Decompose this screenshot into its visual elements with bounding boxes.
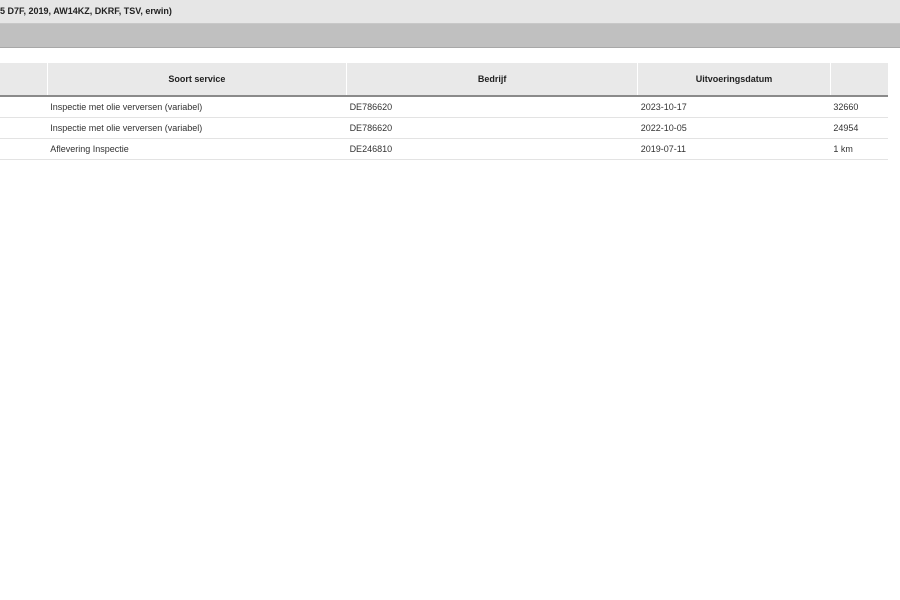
cell-index <box>0 96 48 118</box>
cell-mileage: 24954 <box>830 117 888 139</box>
cell-company: DE786620 <box>346 96 638 118</box>
table-header-row: Soort service Bedrijf Uitvoeringsdatum <box>0 63 888 97</box>
column-header-company[interactable]: Bedrijf <box>346 63 638 97</box>
vehicle-title: 5 D7F, 2019, AW14KZ, DKRF, TSV, erwin) <box>0 6 172 16</box>
column-header-execution-date[interactable]: Uitvoeringsdatum <box>637 63 831 97</box>
table-row[interactable]: Inspectie met olie verversen (variabel) … <box>0 96 888 118</box>
page: 5 D7F, 2019, AW14KZ, DKRF, TSV, erwin) S… <box>0 0 900 600</box>
cell-service-type: Inspectie met olie verversen (variabel) <box>47 117 347 139</box>
column-header-mileage[interactable] <box>829 63 888 97</box>
cell-service-type: Aflevering Inspectie <box>47 138 347 160</box>
toolbar-band <box>0 24 900 48</box>
service-history-table: Soort service Bedrijf Uitvoeringsdatum I… <box>0 63 888 160</box>
cell-index <box>0 138 48 160</box>
table-row[interactable]: Aflevering Inspectie DE246810 2019-07-11… <box>0 138 888 160</box>
cell-mileage: 32660 <box>830 96 888 118</box>
column-header-index[interactable] <box>0 63 48 97</box>
cell-company: DE786620 <box>346 117 638 139</box>
cell-company: DE246810 <box>346 138 638 160</box>
cell-service-type: Inspectie met olie verversen (variabel) <box>47 96 347 118</box>
cell-execution-date: 2023-10-17 <box>637 96 831 118</box>
cell-execution-date: 2019-07-11 <box>637 138 831 160</box>
column-header-service-type[interactable]: Soort service <box>46 63 347 97</box>
cell-index <box>0 117 48 139</box>
cell-execution-date: 2022-10-05 <box>637 117 831 139</box>
title-bar: 5 D7F, 2019, AW14KZ, DKRF, TSV, erwin) <box>0 0 900 24</box>
cell-mileage: 1 km <box>830 138 888 160</box>
table-row[interactable]: Inspectie met olie verversen (variabel) … <box>0 117 888 139</box>
